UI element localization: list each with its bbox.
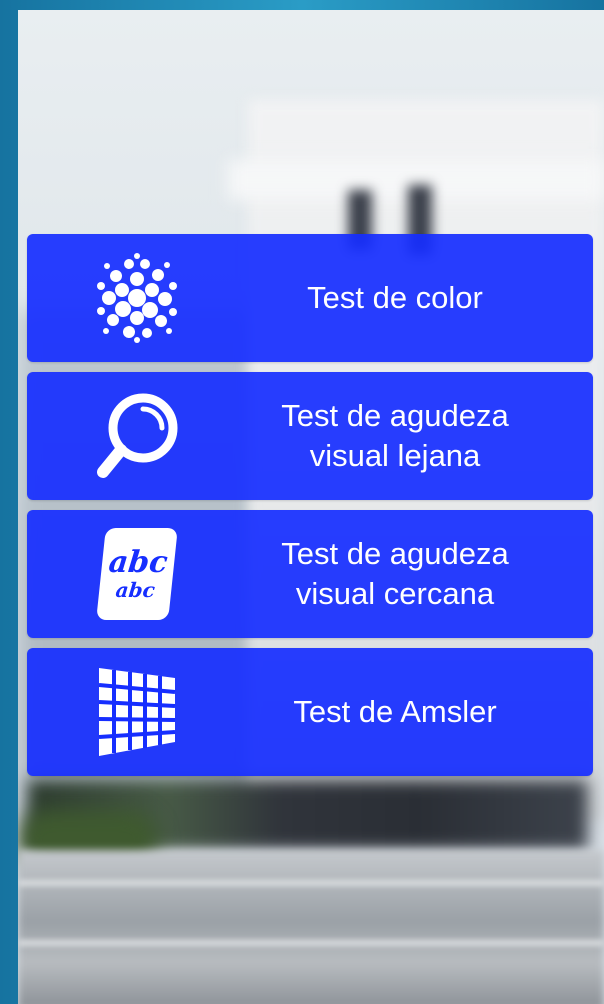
color-test-label: Test de color: [307, 280, 483, 315]
background-stripe: [18, 940, 604, 946]
distance-acuity-test-label: Test de agudeza visual lejana: [281, 398, 509, 473]
app-screen: Test de color Test de agudeza visual lej…: [18, 10, 604, 1004]
near-acuity-test-button[interactable]: abc abc Test de agudeza visual cercana: [27, 510, 593, 638]
abc-card-small-text: abc: [114, 578, 157, 602]
amsler-test-button[interactable]: Test de Amsler: [27, 648, 593, 776]
amsler-test-label: Test de Amsler: [293, 694, 497, 729]
color-test-button[interactable]: Test de color: [27, 234, 593, 362]
dots-circle-icon: [87, 248, 187, 348]
abc-card-large-text: abc: [107, 545, 170, 580]
app-frame: Test de color Test de agudeza visual lej…: [0, 0, 604, 1004]
test-menu: Test de color Test de agudeza visual lej…: [27, 234, 593, 786]
abc-card: abc abc: [96, 528, 178, 620]
background-ground: [18, 850, 604, 1004]
background-stripe: [18, 880, 604, 886]
magnifier-icon: [87, 386, 187, 486]
distance-acuity-test-button[interactable]: Test de agudeza visual lejana: [27, 372, 593, 500]
amsler-grid-icon: [87, 662, 187, 762]
abc-card-icon: abc abc: [87, 524, 187, 624]
near-acuity-test-label: Test de agudeza visual cercana: [281, 536, 509, 611]
